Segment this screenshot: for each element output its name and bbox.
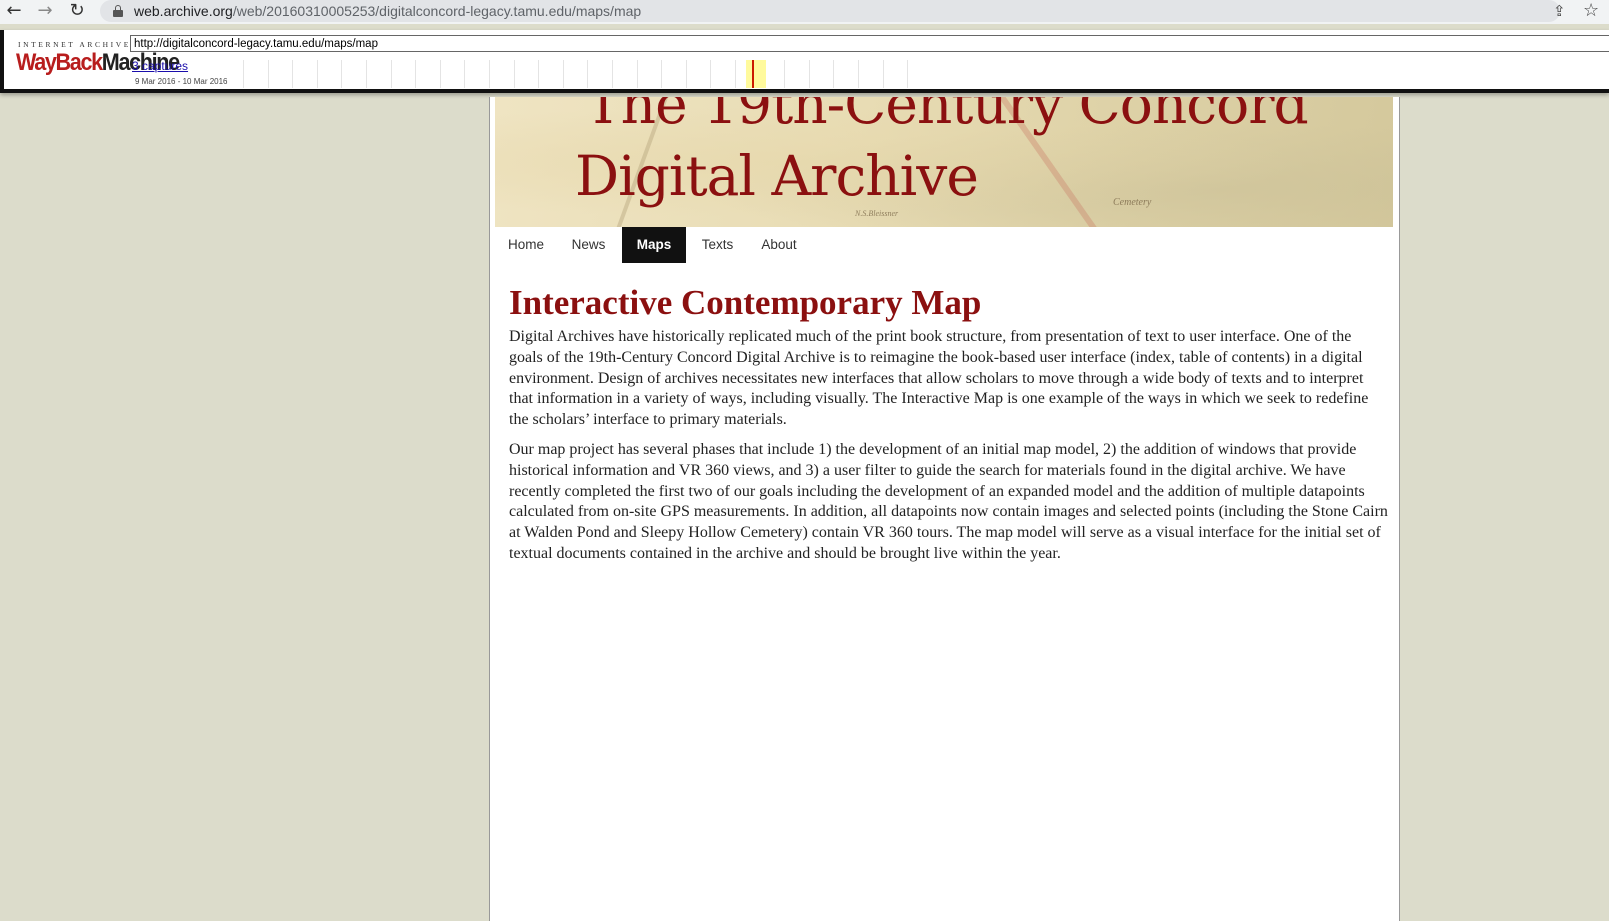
nav-item-texts[interactable]: Texts — [686, 227, 749, 263]
timeline-tick — [858, 60, 859, 88]
timeline-tick — [243, 60, 244, 88]
banner-map-label: Cemetery — [1113, 197, 1152, 208]
capture-timeline[interactable] — [243, 60, 1403, 88]
timeline-tick — [538, 60, 540, 88]
captures-link[interactable]: 3 captures — [132, 59, 188, 73]
nav-item-about[interactable]: About — [749, 227, 809, 263]
timeline-tick — [710, 60, 712, 88]
timeline-tick — [562, 60, 564, 88]
timeline-capture-marker[interactable] — [752, 60, 754, 88]
back-arrow-icon[interactable]: ← — [3, 1, 25, 23]
forward-arrow-icon[interactable]: → — [34, 1, 56, 23]
timeline-tick — [808, 60, 810, 88]
page-title: Interactive Contemporary Map — [509, 283, 982, 322]
intro-paragraph: Digital Archives have historically repli… — [509, 328, 1369, 428]
timeline-tick — [882, 60, 884, 88]
timeline-tick — [833, 60, 835, 88]
timeline-tick — [415, 60, 417, 88]
timeline-tick — [267, 60, 269, 88]
timeline-tick — [341, 60, 343, 88]
timeline-tick — [661, 60, 663, 88]
site-banner: Cemetery N.S.Bleissner The 19th-Century … — [495, 97, 1393, 227]
wayback-url-input[interactable] — [130, 35, 1609, 52]
site-title-line1: The 19th-Century Concord — [585, 97, 1309, 136]
nav-item-home[interactable]: Home — [495, 227, 557, 263]
timeline-tick — [685, 60, 687, 88]
timeline-tick — [390, 60, 392, 88]
nav-item-news[interactable]: News — [557, 227, 620, 263]
timeline-tick — [907, 60, 909, 88]
nav-item-maps[interactable]: Maps — [622, 227, 686, 263]
capture-date-range: 9 Mar 2016 - 10 Mar 2016 — [135, 77, 228, 86]
timeline-tick — [784, 60, 786, 88]
project-paragraph: Our map project has several phases that … — [509, 441, 1388, 562]
url-path: /web/20160310005253/digitalconcord-legac… — [232, 3, 642, 19]
timeline-tick — [735, 60, 736, 88]
main-nav: Home News Maps Texts About — [495, 227, 1393, 263]
timeline-tick — [464, 60, 466, 88]
timeline-tick — [439, 60, 441, 88]
reload-icon[interactable]: ↻ — [66, 1, 88, 23]
timeline-tick — [612, 60, 613, 88]
timeline-tick — [316, 60, 318, 88]
bookmark-star-icon[interactable]: ☆ — [1583, 0, 1599, 21]
timeline-tick — [292, 60, 294, 88]
timeline-current-month — [746, 60, 766, 88]
banner-map-label: N.S.Bleissner — [855, 209, 899, 218]
timeline-tick — [489, 60, 490, 88]
wayback-toolbar: INTERNET ARCHIVE WayBackMachine 3 captur… — [0, 30, 1609, 93]
timeline-tick — [636, 60, 638, 88]
timeline-tick — [513, 60, 515, 88]
timeline-tick — [587, 60, 589, 88]
lock-icon[interactable] — [113, 5, 123, 17]
browser-toolbar: ← → ↻ web.archive.org/web/20160310005253… — [0, 0, 1609, 24]
wayback-logo-word1: WayBack — [16, 49, 103, 76]
wayback-logo-caption: INTERNET ARCHIVE — [18, 40, 131, 49]
timeline-tick — [366, 60, 367, 88]
site-title-line2: Digital Archive — [575, 144, 979, 208]
address-url[interactable]: web.archive.org/web/20160310005253/digit… — [134, 3, 641, 19]
page-content: Cemetery N.S.Bleissner The 19th-Century … — [489, 97, 1400, 921]
share-icon[interactable]: ⇪ — [1553, 2, 1566, 20]
url-domain: web.archive.org — [134, 3, 233, 19]
